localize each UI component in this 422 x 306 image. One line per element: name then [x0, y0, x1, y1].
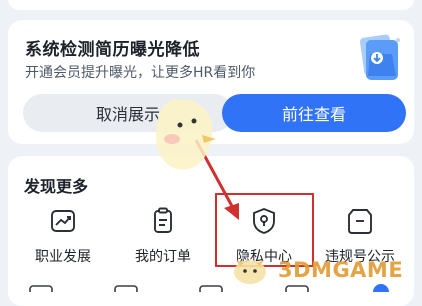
tab-discover-icon	[285, 285, 309, 292]
watermark-text: 3DMGAME	[278, 258, 404, 282]
tab-messages-icon	[199, 285, 223, 292]
tab-home-icon	[29, 285, 53, 292]
mascot-icon	[156, 99, 216, 170]
tab-jobs-icon	[114, 285, 138, 292]
